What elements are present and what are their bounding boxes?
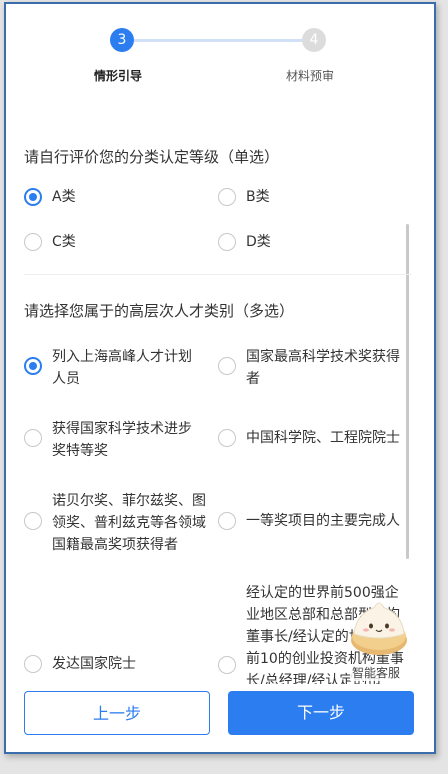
option-label: 中国科学院、工程院院士	[246, 430, 400, 446]
checkbox-checked-icon[interactable]	[24, 357, 42, 375]
option-national-sci-tech-progress-award[interactable]: 获得国家科学技术进步奖特等奖	[24, 418, 204, 462]
option-first-prize-main-contributor[interactable]: 一等奖项目的主要完成人	[218, 512, 418, 530]
option-label: 列入上海高峰人才计划人员	[52, 349, 192, 387]
radio-checked-icon[interactable]	[24, 188, 42, 206]
checkbox-unchecked-icon[interactable]	[218, 656, 236, 674]
next-step-button[interactable]: 下一步	[228, 691, 414, 735]
step-4-indicator: 4	[302, 28, 326, 52]
checkbox-unchecked-icon[interactable]	[218, 357, 236, 375]
previous-step-button[interactable]: 上一步	[24, 691, 210, 735]
checkbox-unchecked-icon[interactable]	[24, 512, 42, 530]
option-label: 发达国家院士	[52, 656, 136, 672]
option-nobel-prize[interactable]: 诺贝尔奖、菲尔兹奖、图领奖、普利兹克等各领域国籍最高奖项获得者	[24, 490, 214, 556]
option-academician[interactable]: 中国科学院、工程院院士	[218, 429, 418, 447]
option-b-class[interactable]: B类	[218, 188, 270, 206]
option-c-class[interactable]: C类	[24, 233, 76, 251]
bun-mascot-icon	[351, 602, 407, 655]
app-frame: 3 4 情形引导 材料预审 请自行评价您的分类认定等级（单选） A类 B类 C类…	[4, 2, 436, 754]
option-label: 诺贝尔奖、菲尔兹奖、图领奖、普利兹克等各领域国籍最高奖项获得者	[52, 493, 206, 553]
step-connector	[134, 39, 302, 42]
step-3-label: 情形引导	[94, 69, 143, 83]
checkbox-unchecked-icon[interactable]	[218, 429, 236, 447]
option-label: 一等奖项目的主要完成人	[246, 513, 400, 529]
step-3-indicator: 3	[110, 28, 134, 52]
option-label: D类	[246, 234, 271, 250]
option-a-class[interactable]: A类	[24, 188, 76, 206]
checkbox-unchecked-icon[interactable]	[24, 655, 42, 673]
option-national-top-science-award[interactable]: 国家最高科学技术奖获得者	[218, 346, 414, 390]
option-label: B类	[246, 189, 270, 205]
option-label: 获得国家科学技术进步奖特等奖	[52, 421, 192, 459]
option-d-class[interactable]: D类	[218, 233, 271, 251]
section-divider	[24, 274, 412, 275]
option-shanghai-peak-talent[interactable]: 列入上海高峰人才计划人员	[24, 346, 204, 390]
question-2-title: 请选择您属于的高层次人才类别（多选）	[24, 302, 295, 320]
checkbox-unchecked-icon[interactable]	[218, 512, 236, 530]
smart-service-widget[interactable]: 智能客服	[344, 596, 416, 684]
checkbox-unchecked-icon[interactable]	[24, 429, 42, 447]
form-content[interactable]: 请自行评价您的分类认定等级（单选） A类 B类 C类 D类 请选择您属于的高层次…	[6, 104, 434, 684]
radio-unchecked-icon[interactable]	[24, 233, 42, 251]
option-label: 国家最高科学技术奖获得者	[246, 349, 400, 387]
option-developed-country-academician[interactable]: 发达国家院士	[24, 655, 136, 673]
step-4-label: 材料预审	[286, 69, 335, 83]
stepper: 3 4 情形引导 材料预审	[6, 4, 434, 104]
option-label: A类	[52, 189, 76, 205]
option-label: C类	[52, 234, 76, 250]
smart-service-label: 智能客服	[350, 664, 403, 681]
radio-unchecked-icon[interactable]	[218, 233, 236, 251]
footer-actions: 上一步 下一步	[6, 684, 434, 752]
radio-unchecked-icon[interactable]	[218, 188, 236, 206]
question-1-title: 请自行评价您的分类认定等级（单选）	[24, 148, 280, 166]
